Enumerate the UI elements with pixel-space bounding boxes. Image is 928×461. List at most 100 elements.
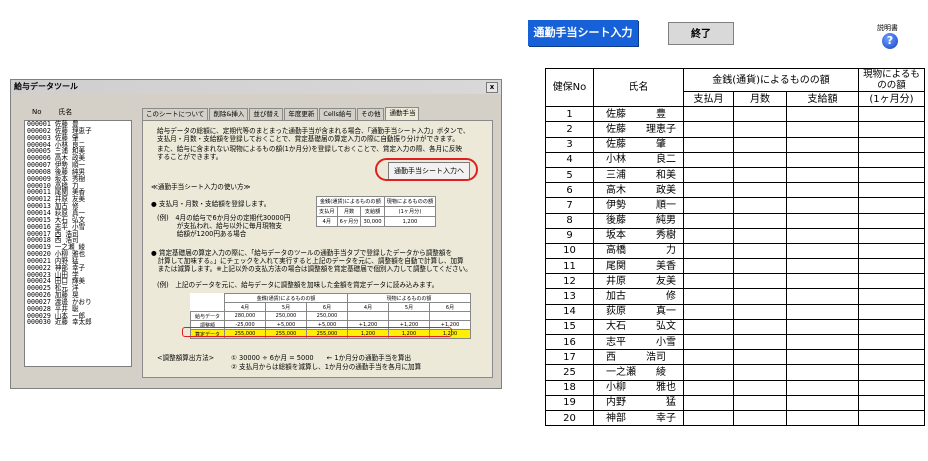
per-month-cell[interactable] (858, 258, 925, 275)
per-month-cell[interactable] (858, 121, 925, 138)
months-cell[interactable] (733, 166, 787, 184)
amount-cell[interactable] (786, 242, 859, 260)
amount-cell[interactable] (786, 273, 859, 290)
per-month-cell[interactable] (858, 379, 925, 396)
per-month-cell[interactable] (858, 151, 925, 168)
per-month-cell[interactable] (858, 333, 925, 351)
months-cell[interactable] (733, 333, 787, 351)
amount-cell[interactable] (786, 121, 859, 138)
per-month-cell[interactable] (858, 182, 925, 199)
per-month-cell[interactable] (858, 212, 925, 229)
pay-month-cell[interactable] (683, 227, 734, 244)
tab-2[interactable]: 並び替え (249, 108, 284, 120)
amount-cell[interactable] (786, 409, 859, 427)
amount-cell[interactable] (786, 364, 859, 381)
months-cell[interactable] (733, 349, 787, 366)
pay-month-cell[interactable] (683, 409, 734, 427)
months-cell[interactable] (733, 212, 787, 229)
months-cell[interactable] (733, 409, 787, 427)
per-month-cell[interactable] (858, 303, 925, 320)
pay-month-cell[interactable] (683, 318, 734, 336)
amount-cell[interactable] (786, 394, 859, 411)
employee-list-item[interactable]: 000030 近藤 幸太郎 (25, 319, 131, 326)
months-cell[interactable] (733, 182, 787, 199)
per-month-cell[interactable] (858, 349, 925, 366)
per-month-cell[interactable] (858, 166, 925, 184)
employee-list[interactable]: 000001 佐藤 豊 000002 佐藤 理恵子 000003 佐藤 肇 00000… (24, 120, 132, 367)
months-cell[interactable] (733, 227, 787, 244)
pay-month-cell[interactable] (683, 151, 734, 168)
tab-4[interactable]: Cells給与 (319, 108, 356, 120)
amount-cell[interactable] (786, 212, 859, 229)
per-month-cell[interactable] (858, 318, 925, 336)
amount-cell[interactable] (786, 288, 859, 305)
pay-month-cell[interactable] (683, 136, 734, 153)
pay-month-cell[interactable] (683, 166, 734, 184)
months-cell[interactable] (733, 197, 787, 214)
months-cell[interactable] (733, 121, 787, 138)
amount-cell[interactable] (786, 151, 859, 168)
pay-month-cell[interactable] (683, 121, 734, 138)
months-cell[interactable] (733, 288, 787, 305)
months-cell[interactable] (733, 106, 787, 123)
help-icon[interactable]: ? (882, 33, 898, 49)
amount-cell[interactable] (786, 182, 859, 199)
amount-cell[interactable] (786, 227, 859, 244)
tab-6[interactable]: 通勤手当 (385, 107, 420, 120)
per-month-cell[interactable] (858, 409, 925, 427)
pay-month-cell[interactable] (683, 212, 734, 229)
pay-month-cell[interactable] (683, 303, 734, 320)
commute-sheet-input-button[interactable]: 通勤手当シート入力 (528, 20, 638, 46)
pay-month-cell[interactable] (683, 379, 734, 396)
amount-cell[interactable] (786, 303, 859, 320)
ex-month: 4月 (224, 302, 267, 312)
pay-month-cell[interactable] (683, 197, 734, 214)
amount-cell[interactable] (786, 318, 859, 336)
months-cell[interactable] (733, 242, 787, 260)
months-cell[interactable] (733, 394, 787, 411)
pay-month-cell[interactable] (683, 182, 734, 199)
per-month-cell[interactable] (858, 364, 925, 381)
pay-month-cell[interactable] (683, 364, 734, 381)
amount-cell[interactable] (786, 197, 859, 214)
tab-5[interactable]: その他 (356, 108, 385, 120)
pay-month-cell[interactable] (683, 273, 734, 290)
amount-cell[interactable] (786, 349, 859, 366)
months-cell[interactable] (733, 303, 787, 320)
amount-cell[interactable] (786, 379, 859, 396)
pay-month-cell[interactable] (683, 106, 734, 123)
tab-3[interactable]: 年度更新 (284, 108, 319, 120)
pay-month-cell[interactable] (683, 349, 734, 366)
amount-cell[interactable] (786, 258, 859, 275)
per-month-cell[interactable] (858, 197, 925, 214)
per-month-cell[interactable] (858, 136, 925, 153)
per-month-cell[interactable] (858, 273, 925, 290)
pay-month-cell[interactable] (683, 288, 734, 305)
sheet-row: 18 小柳 雅也 (545, 379, 925, 396)
per-month-cell[interactable] (858, 106, 925, 123)
tab-1[interactable]: 削除&挿入 (209, 108, 249, 120)
per-month-cell[interactable] (858, 288, 925, 305)
per-month-cell[interactable] (858, 227, 925, 244)
amount-cell[interactable] (786, 333, 859, 351)
employee-name-cell: 三浦 和美 (593, 166, 684, 184)
months-cell[interactable] (733, 379, 787, 396)
amount-cell[interactable] (786, 106, 859, 123)
close-button[interactable]: x (486, 82, 498, 93)
pay-month-cell[interactable] (683, 333, 734, 351)
months-cell[interactable] (733, 151, 787, 168)
months-cell[interactable] (733, 318, 787, 336)
pay-month-cell[interactable] (683, 258, 734, 275)
per-month-cell[interactable] (858, 242, 925, 260)
amount-cell[interactable] (786, 166, 859, 184)
months-cell[interactable] (733, 364, 787, 381)
months-cell[interactable] (733, 258, 787, 275)
months-cell[interactable] (733, 136, 787, 153)
end-button[interactable]: 終了 (668, 22, 734, 45)
pay-month-cell[interactable] (683, 242, 734, 260)
pay-month-cell[interactable] (683, 394, 734, 411)
per-month-cell[interactable] (858, 394, 925, 411)
months-cell[interactable] (733, 273, 787, 290)
amount-cell[interactable] (786, 136, 859, 153)
tab-0[interactable]: このシートについて (142, 108, 209, 120)
